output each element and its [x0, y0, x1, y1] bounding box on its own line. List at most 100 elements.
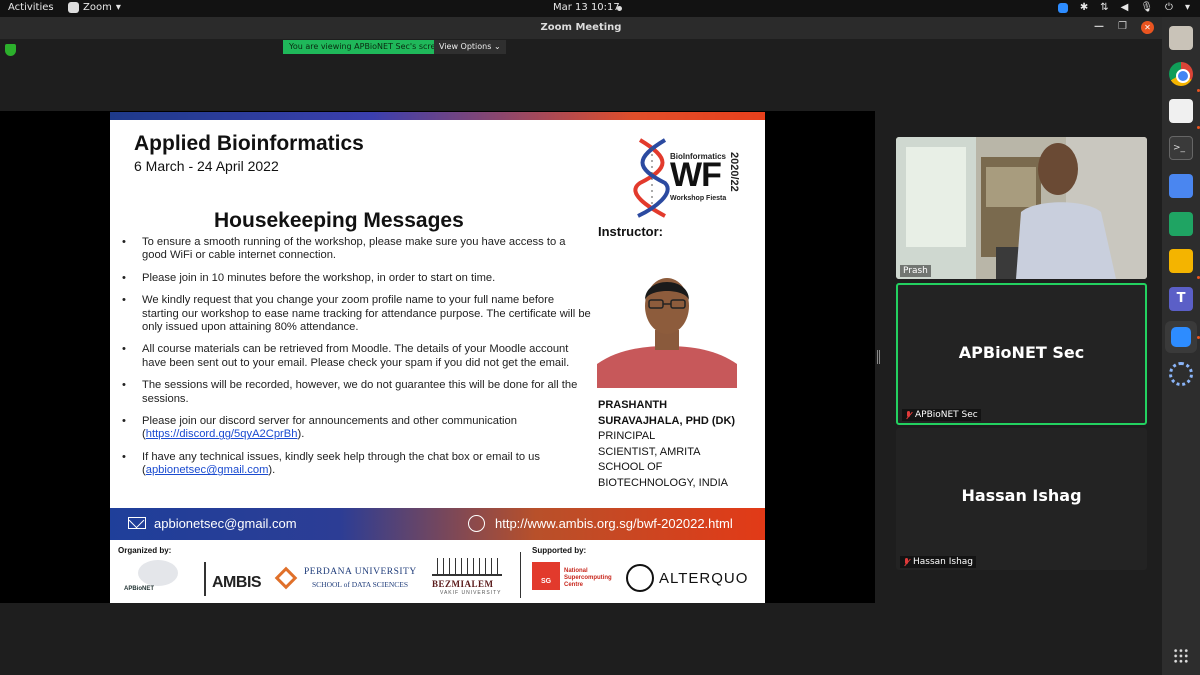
chevron-down-icon: ⌄ [493, 42, 501, 51]
view-options-button[interactable]: View Options ⌄ [434, 40, 506, 54]
instructor-name-line: PRASHANTH [598, 399, 668, 411]
ring-icon[interactable] [1169, 362, 1193, 386]
app-tray-icon[interactable]: ✱ [1080, 2, 1088, 13]
logo-main-text: WF [670, 156, 722, 194]
participant-display-name: APBioNET Sec [958, 343, 1085, 362]
nscc-logo-text: National Supercomputing Centre [564, 568, 612, 589]
teams-icon[interactable]: T [1169, 287, 1193, 311]
meeting-bar: You are viewing APBioNET Sec's screen Vi… [0, 39, 1162, 111]
banner-url: http://www.ambis.org.sg/bwf-202022.html [495, 516, 733, 531]
participant-label: Prash [900, 265, 931, 277]
list-item: The sessions will be recorded, however, … [120, 379, 592, 406]
instructor-name: PRASHANTH SURAVAJHALA, PHD (DK) [598, 398, 748, 429]
caduceus-icon [204, 562, 206, 596]
zoom-icon[interactable] [1165, 321, 1197, 353]
zoom-app-icon [68, 2, 79, 13]
participant-video [896, 137, 1147, 279]
participant-name: APBioNET Sec [915, 410, 978, 420]
perdana-logo: PERDANA UNIVERSITY SCHOOL of DATA SCIENC… [274, 564, 421, 594]
list-item: We kindly request that you change your z… [120, 294, 592, 334]
instructor-name-line: SURAVAJHALA, PHD (DK) [598, 414, 736, 427]
participant-tile-apbionet-sec[interactable]: APBioNET Sec APBioNET Sec [896, 283, 1147, 425]
participant-name: Prash [903, 266, 928, 276]
discord-text: Please join our discord server for annou… [142, 415, 517, 428]
support-email-link[interactable]: apbionetsec@gmail.com [146, 464, 269, 476]
docs-icon[interactable] [1169, 174, 1193, 198]
globe-icon [138, 560, 178, 586]
course-dates: 6 March - 24 April 2022 [134, 158, 279, 174]
slide-heading: Housekeeping Messages [214, 209, 464, 232]
perdana-diamond-icon [274, 566, 298, 590]
contact-banner: apbionetsec@gmail.com http://www.ambis.o… [110, 508, 765, 540]
participant-label: Hassan Ishag [900, 556, 977, 568]
bezmialem-logo-subtext: VAKIF UNIVERSITY [440, 590, 502, 596]
activities-button[interactable]: Activities [8, 2, 54, 13]
view-options-label: View Options [439, 42, 492, 51]
instructor-role-line: SCIENTIST, AMRITA [598, 445, 701, 458]
microphone-icon[interactable]: 🎙 [1140, 2, 1153, 13]
participant-label: APBioNET Sec [902, 409, 981, 421]
nscc-logo-line: National [564, 568, 588, 574]
window-title: Zoom Meeting [540, 22, 622, 33]
nscc-logo-line: Centre [564, 582, 584, 588]
text-editor-icon[interactable] [1169, 99, 1193, 123]
system-tray[interactable]: ✱ ⇅ ◀ 🎙 ⏻ ▾ [1057, 2, 1190, 13]
alterquo-logo-text: ALTERQUO [659, 570, 749, 587]
restore-icon[interactable]: ❐ [1118, 21, 1127, 34]
alterquo-logo: ALTERQUO [626, 562, 761, 594]
mail-icon [128, 517, 146, 529]
participant-name: Hassan Ishag [913, 557, 974, 567]
apbionet-logo: APBioNET [118, 558, 183, 598]
supported-by-label: Supported by: [532, 546, 587, 555]
list-item: All course materials can be retrieved fr… [120, 343, 592, 370]
bezmialem-logo: BEZMIALEM VAKIF UNIVERSITY [430, 558, 505, 600]
close-icon[interactable]: ✕ [1141, 21, 1154, 34]
logos-divider [520, 552, 521, 598]
dna-helix-icon [633, 138, 670, 218]
mic-muted-icon [905, 410, 912, 420]
slide-top-stripe [110, 112, 765, 120]
mic-muted-icon [903, 557, 910, 567]
chrome-icon[interactable] [1169, 62, 1193, 86]
bwf-logo: BioInformatics WF Workshop Fiesta 2020/2… [630, 138, 750, 218]
instructor-role-line: SCHOOL OF [598, 461, 663, 473]
network-icon[interactable]: ⇅ [1100, 2, 1108, 13]
notification-dot-icon [617, 6, 622, 11]
window-titlebar: Zoom Meeting — ❐ ✕ [0, 17, 1162, 39]
participant-tile-hassan-ishag[interactable]: Hassan Ishag Hassan Ishag [896, 428, 1147, 570]
sheets-icon[interactable] [1169, 212, 1193, 236]
panel-splitter-handle[interactable] [877, 350, 880, 364]
banner-email: apbionetsec@gmail.com [154, 516, 297, 531]
security-shield-icon[interactable] [5, 44, 16, 56]
perdana-logo-subtext: SCHOOL of DATA SCIENCES [312, 580, 409, 589]
discord-link[interactable]: https://discord.gg/5qyA2CprBh [146, 428, 298, 440]
ambis-logo: AMBIS [198, 560, 268, 598]
app-grid-icon[interactable] [1173, 648, 1189, 664]
clock[interactable]: Mar 13 10:17 [553, 2, 620, 13]
chevron-down-icon[interactable]: ▾ [1185, 2, 1190, 13]
files-icon[interactable] [1169, 26, 1193, 50]
volume-icon[interactable]: ◀ [1121, 2, 1129, 13]
shared-slide: Applied Bioinformatics 6 March - 24 Apri… [110, 112, 765, 603]
alterquo-circle-icon [626, 564, 654, 592]
bezmialem-logo-text: BEZMIALEM [432, 579, 494, 589]
power-icon[interactable]: ⏻ [1165, 2, 1173, 13]
support-text: If have any technical issues, kindly see… [142, 450, 541, 463]
chevron-down-icon: ▾ [115, 2, 121, 13]
zoom-tray-icon[interactable] [1057, 2, 1068, 13]
terminal-icon[interactable]: >_ [1169, 136, 1193, 160]
instructor-role: PRINCIPAL SCIENTIST, AMRITA SCHOOL OF BI… [598, 429, 748, 491]
nscc-logo-box: SG [532, 562, 560, 590]
list-item: Please join in 10 minutes before the wor… [120, 272, 592, 286]
list-item: If have any technical issues, kindly see… [120, 451, 592, 478]
participant-tile-prash[interactable]: Prash [896, 137, 1147, 279]
ambis-logo-text: AMBIS [212, 574, 262, 591]
slides-icon[interactable] [1169, 249, 1193, 273]
participant-display-name: Hassan Ishag [961, 486, 1082, 505]
instructor-role-line: PRINCIPAL [598, 430, 656, 442]
minimize-icon[interactable]: — [1094, 21, 1104, 34]
list-item: Please join our discord server for annou… [120, 415, 592, 442]
app-menu[interactable]: Zoom ▾ [68, 2, 121, 13]
nscc-logo-line: Supercomputing [564, 575, 612, 581]
course-title: Applied Bioinformatics [134, 132, 364, 155]
